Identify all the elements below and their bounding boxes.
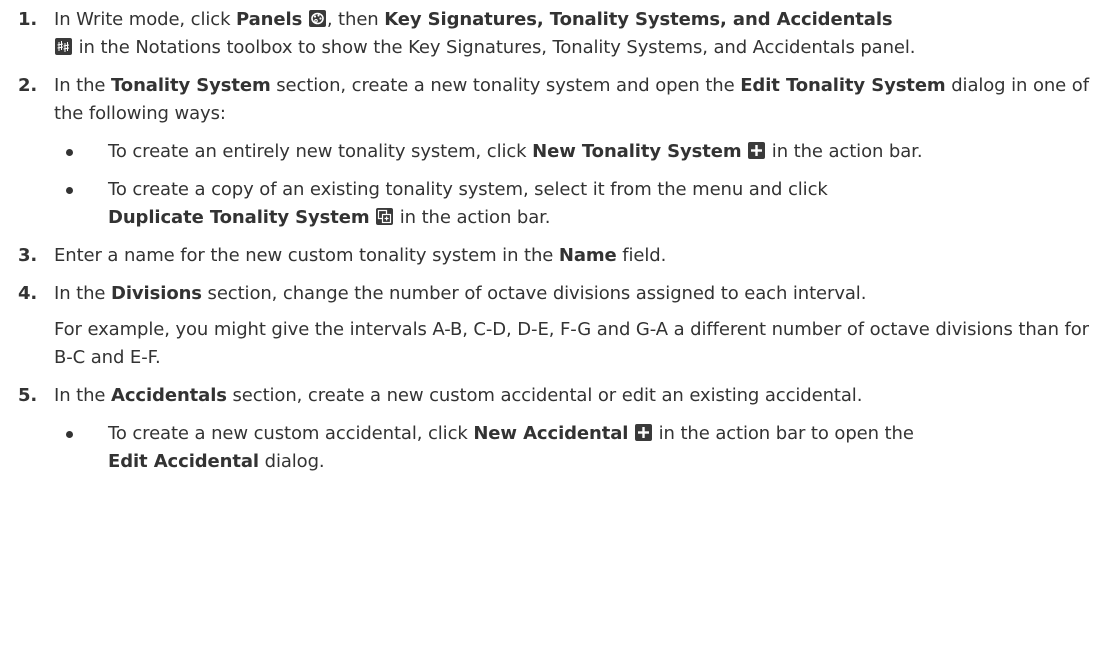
- document-page: 1. In Write mode, click Panels , then Ke…: [0, 0, 1104, 653]
- new-tonality-system-term: New Tonality System: [532, 141, 742, 162]
- step-3: 3. Enter a name for the new custom tonal…: [0, 242, 1104, 270]
- key-signatures-icon: [55, 38, 72, 55]
- panels-icon: [308, 10, 326, 27]
- step-text: In the Tonality System section, create a…: [54, 75, 1089, 124]
- list-item: To create a copy of an existing tonality…: [66, 176, 1090, 232]
- step-text: In the Divisions section, change the num…: [54, 283, 867, 304]
- bullet-list: To create an entirely new tonality syste…: [54, 138, 1090, 232]
- bullet-icon: [66, 187, 73, 194]
- step-number: 5.: [18, 385, 38, 406]
- bullet-icon: [66, 431, 73, 438]
- tonality-system-term: Tonality System: [111, 75, 271, 96]
- step-1: 1. In Write mode, click Panels , then Ke…: [0, 6, 1104, 62]
- example-text: For example, you might give the interval…: [54, 319, 1089, 368]
- accidentals-term: Accidentals: [111, 385, 227, 406]
- duplicate-tonality-system-term: Duplicate Tonality System: [108, 207, 370, 228]
- step-5: 5. In the Accidentals section, create a …: [0, 382, 1104, 476]
- step-number: 2.: [18, 75, 38, 96]
- edit-accidental-term: Edit Accidental: [108, 451, 259, 472]
- panels-term: Panels: [236, 9, 303, 30]
- step-number: 1.: [18, 9, 38, 30]
- edit-tonality-system-term: Edit Tonality System: [740, 75, 946, 96]
- divisions-term: Divisions: [111, 283, 202, 304]
- step-text: In Write mode, click Panels , then Key S…: [54, 9, 916, 58]
- plus-icon: [748, 142, 766, 159]
- step-number: 4.: [18, 283, 38, 304]
- key-signatures-term: Key Signatures, Tonality Systems, and Ac…: [384, 9, 893, 30]
- bullet-list: To create a new custom accidental, click…: [54, 420, 1090, 476]
- duplicate-icon: [376, 208, 394, 225]
- step-text: In the Accidentals section, create a new…: [54, 385, 863, 406]
- step-text: Enter a name for the new custom tonality…: [54, 245, 667, 266]
- name-term: Name: [558, 245, 617, 266]
- new-accidental-term: New Accidental: [473, 423, 629, 444]
- step-4: 4. In the Divisions section, change the …: [0, 280, 1104, 372]
- list-item: To create an entirely new tonality syste…: [66, 138, 1090, 166]
- bullet-icon: [66, 149, 73, 156]
- step-2: 2. In the Tonality System section, creat…: [0, 72, 1104, 232]
- plus-icon: [635, 424, 652, 441]
- step-number: 3.: [18, 245, 38, 266]
- list-item: To create a new custom accidental, click…: [66, 420, 1090, 476]
